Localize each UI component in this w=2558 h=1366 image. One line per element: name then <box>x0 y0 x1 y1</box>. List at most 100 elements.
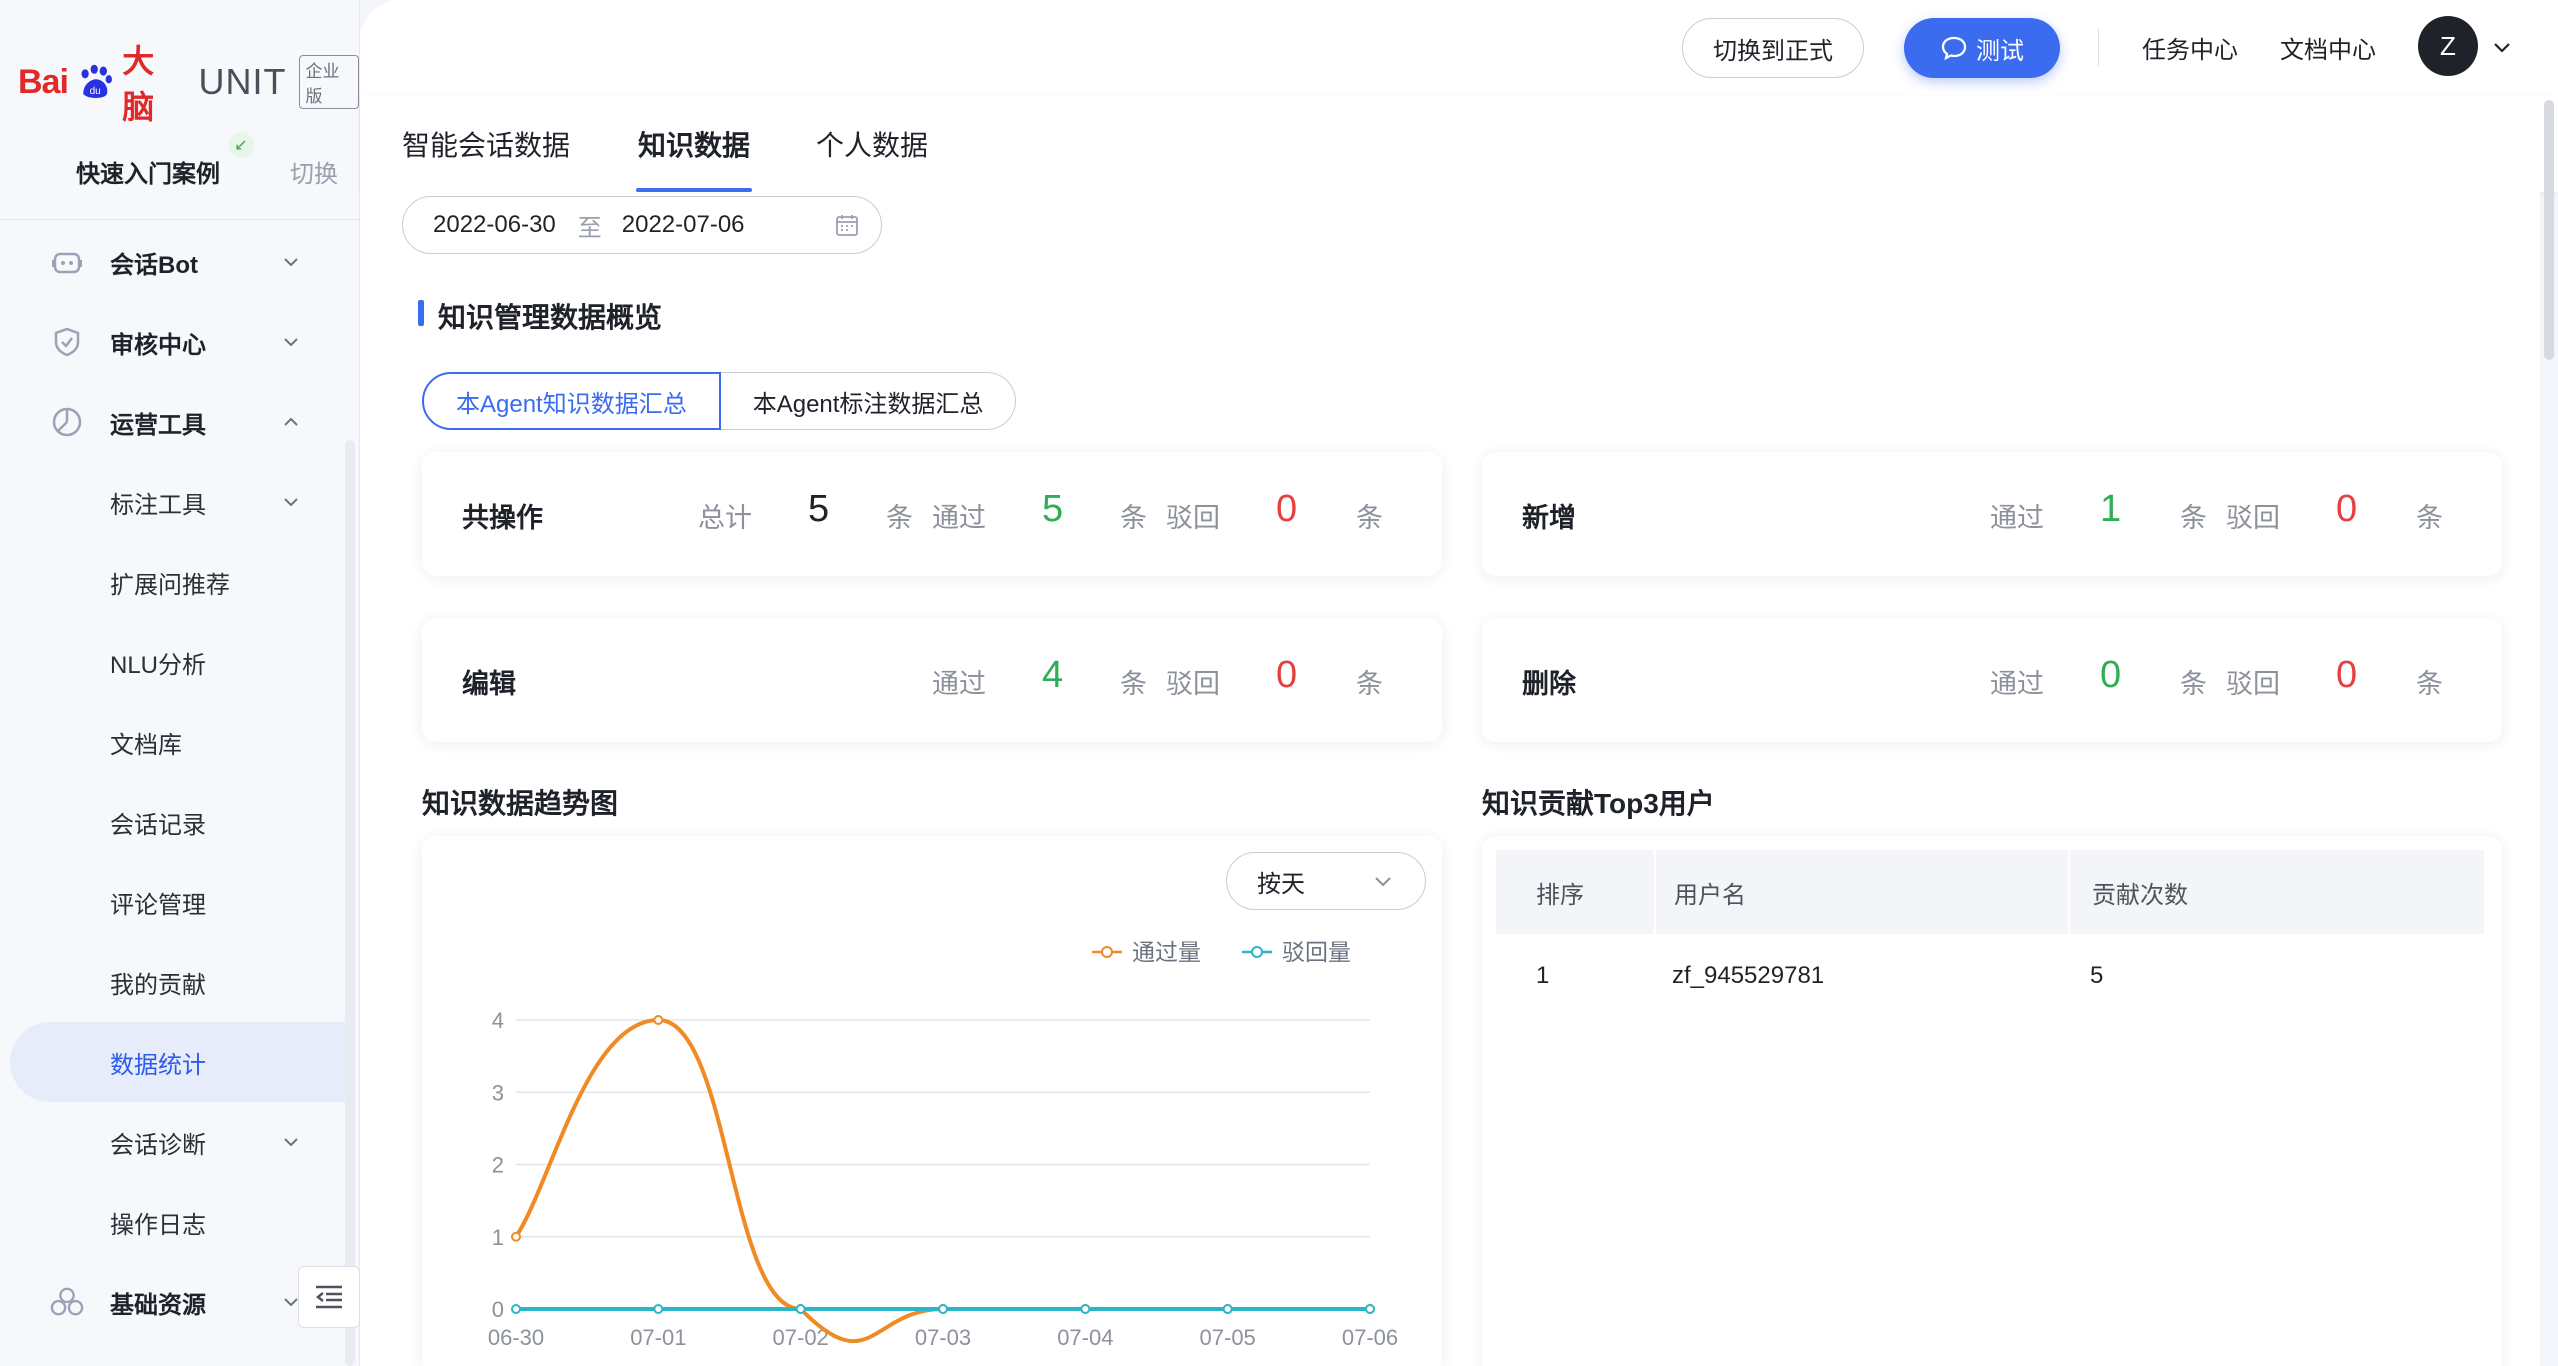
nav-item-review-center[interactable]: 审核中心 <box>0 302 345 382</box>
segment-knowledge-summary[interactable]: 本Agent知识数据汇总 <box>422 372 721 430</box>
unit-label: 条 <box>2180 503 2207 533</box>
nav-item-expansion-recommend[interactable]: 扩展问推荐 <box>0 542 345 622</box>
pass-label: 通过 <box>1990 669 2044 699</box>
nav-label: 文档库 <box>110 731 182 759</box>
stat-card-title: 新增 <box>1522 503 1576 533</box>
nav-item-ops-tools[interactable]: 运营工具 <box>0 382 345 462</box>
date-start[interactable]: 2022-06-30 <box>433 211 556 239</box>
nav-item-comment-mgmt[interactable]: 评论管理 <box>0 862 345 942</box>
pass-count: 0 <box>2100 654 2122 696</box>
segment-annotation-summary[interactable]: 本Agent标注数据汇总 <box>720 372 1017 430</box>
sidebar: Bai du 大脑 UNIT 企业版 快速入门案例 切换 ↙ 会话Bot 审核中… <box>0 0 360 1366</box>
unit-label: 条 <box>886 503 913 533</box>
logo-unit-text: UNIT <box>198 61 287 102</box>
cell-rank: 1 <box>1536 962 1550 989</box>
chevron-down-icon[interactable] <box>2490 36 2514 60</box>
y-tick-label: 4 <box>492 1008 504 1033</box>
edition-badge: 企业版 <box>298 55 359 109</box>
tab-personal-data[interactable]: 个人数据 <box>816 124 928 164</box>
unit-label: 条 <box>1120 503 1147 533</box>
page-scrollbar[interactable] <box>2544 100 2554 360</box>
trend-line-chart: 0123406-30 07-01 07-02 07-03 07-04 07-05 07-06… <box>488 940 1398 1350</box>
unit-label: 条 <box>1356 503 1383 533</box>
y-tick-label: 1 <box>492 1225 504 1250</box>
nav-item-base-resources[interactable]: 基础资源 <box>0 1262 345 1342</box>
switch-agent-link[interactable]: 切换 <box>290 154 338 189</box>
header-username: 用户名 <box>1654 850 2068 934</box>
brand-logo[interactable]: Bai du 大脑 UNIT 企业版 <box>18 43 359 125</box>
data-point-reject <box>1365 1304 1375 1314</box>
x-tick-label: 07-04 <box>1057 1325 1113 1350</box>
total-count: 5 <box>808 488 830 530</box>
reject-label: 驳回 <box>2226 669 2280 699</box>
top-divider <box>2098 28 2099 66</box>
test-button[interactable]: 测试 <box>1904 18 2060 78</box>
data-point-reject <box>795 1304 806 1314</box>
date-end[interactable]: 2022-07-06 <box>622 211 745 239</box>
side-nav: 会话Bot 审核中心 运营工具 标注工具 扩展问推荐 NLU分析 文档库 会话记… <box>0 222 345 1342</box>
data-point-reject <box>653 1304 664 1314</box>
chevron-down-icon <box>284 498 298 507</box>
date-separator: 至 <box>577 214 602 242</box>
data-point-reject <box>938 1304 948 1314</box>
overview-section-title: 知识管理数据概览 <box>418 296 662 336</box>
nav-item-chat-records[interactable]: 会话记录 <box>0 782 345 862</box>
stat-card-edit: 编辑 通过 4 条 驳回 0 条 <box>422 618 1442 742</box>
reject-count: 0 <box>2336 654 2358 696</box>
nav-item-nlu-analysis[interactable]: NLU分析 <box>0 622 345 702</box>
doc-center-link[interactable]: 文档中心 <box>2280 30 2376 65</box>
x-tick-label: 07-01 <box>630 1325 686 1350</box>
table-row: 1 zf_945529781 5 <box>1496 934 2484 1018</box>
nav-label: 我的贡献 <box>110 971 206 999</box>
chat-bubble-icon <box>1941 36 1967 61</box>
legend-marker <box>1251 946 1263 958</box>
stat-card-title: 编辑 <box>462 669 516 699</box>
pie-chart-icon <box>50 405 84 439</box>
tab-session-data[interactable]: 智能会话数据 <box>402 124 570 164</box>
chevron-down-icon <box>284 258 298 267</box>
stat-card-total: 共操作 总计 5 条 通过 5 条 驳回 0 条 <box>422 452 1442 576</box>
nav-label: 审核中心 <box>110 331 206 359</box>
granularity-value: 按天 <box>1257 870 1305 898</box>
chevron-up-icon <box>284 417 298 426</box>
cubes-icon <box>50 1285 84 1319</box>
trend-chart-title: 知识数据趋势图 <box>422 788 619 819</box>
user-avatar[interactable]: Z <box>2418 16 2478 76</box>
summary-segmented-control: 本Agent知识数据汇总 本Agent标注数据汇总 <box>422 372 1017 430</box>
unit-label: 条 <box>1356 669 1383 699</box>
collapse-sidebar-button[interactable] <box>298 1266 360 1328</box>
pass-label: 通过 <box>932 503 986 533</box>
nav-label: 数据统计 <box>110 1051 206 1079</box>
legend-label: 通过量 <box>1132 940 1201 965</box>
y-tick-label: 2 <box>492 1153 504 1178</box>
nav-item-chat-bot[interactable]: 会话Bot <box>0 222 345 302</box>
nav-item-data-statistics[interactable]: 数据统计 <box>10 1022 345 1102</box>
quick-start-row: 快速入门案例 切换 <box>0 140 360 220</box>
unit-label: 条 <box>2180 669 2207 699</box>
pass-count: 4 <box>1042 654 1064 696</box>
task-center-link[interactable]: 任务中心 <box>2142 30 2238 65</box>
pass-count: 1 <box>2100 488 2122 530</box>
stat-card-title: 删除 <box>1522 669 1576 699</box>
nav-label: 评论管理 <box>110 891 206 919</box>
x-tick-label: 07-05 <box>1200 1325 1256 1350</box>
x-tick-label: 07-06 <box>1342 1325 1398 1350</box>
granularity-select[interactable]: 按天 <box>1226 852 1426 910</box>
nav-item-my-contribution[interactable]: 我的贡献 <box>0 942 345 1022</box>
nav-item-chat-diagnosis[interactable]: 会话诊断 <box>0 1102 345 1182</box>
tab-knowledge-data[interactable]: 知识数据 <box>638 124 750 164</box>
nav-item-op-log[interactable]: 操作日志 <box>0 1182 345 1262</box>
switch-to-production-button[interactable]: 切换到正式 <box>1682 18 1864 78</box>
nav-label: 操作日志 <box>110 1211 206 1239</box>
sidebar-scrollbar[interactable] <box>345 440 355 1366</box>
calendar-icon <box>836 215 858 236</box>
header-count: 贡献次数 <box>2068 850 2484 934</box>
nav-item-annotation-tools[interactable]: 标注工具 <box>0 462 345 542</box>
quick-start-label[interactable]: 快速入门案例 <box>76 154 220 189</box>
y-tick-label: 0 <box>492 1297 504 1322</box>
top3-table: 排序 用户名 贡献次数 1 zf_945529781 5 <box>1496 850 2484 1018</box>
nav-item-doc-library[interactable]: 文档库 <box>0 702 345 782</box>
header-rank: 排序 <box>1536 881 1584 909</box>
collapse-icon <box>315 1285 342 1309</box>
date-range-picker[interactable]: 2022-06-30 至 2022-07-06 <box>402 196 882 254</box>
